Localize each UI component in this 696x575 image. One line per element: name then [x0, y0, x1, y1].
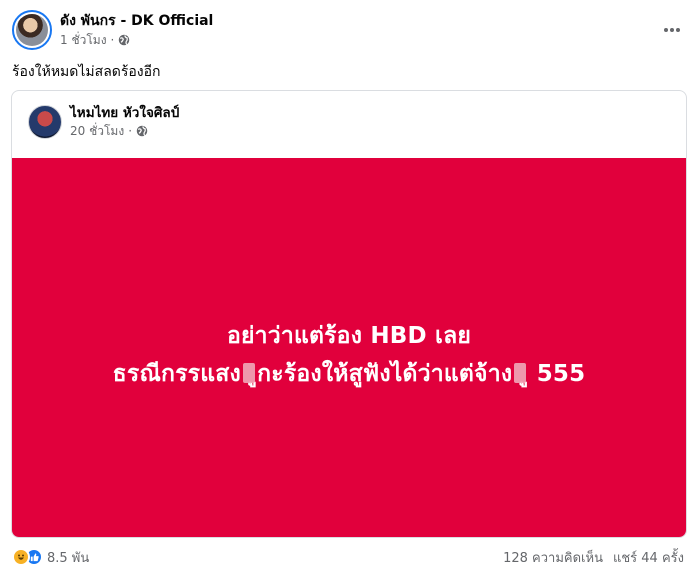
- haha-icon: [12, 548, 30, 566]
- more-options-icon: [664, 28, 680, 32]
- meta-separator: ·: [110, 33, 115, 47]
- panel-text-segment: ูกะร้องให้สูฟังได้ว่าแต่จ้าง: [256, 361, 513, 387]
- post-footer: 8.5 พัน 128 ความคิดเห็น แชร์ 44 ครั้ง: [12, 546, 684, 568]
- text-post-panel[interactable]: อย่าว่าแต่ร้อง HBD เลย ธรณีกรรแสงูกะร้อง…: [12, 158, 686, 537]
- panel-text-segment: ู 555: [528, 361, 586, 387]
- post-header-text: ดัง พันกร - DK Official 1 ชั่วโมง ·: [60, 12, 213, 48]
- post-caption: ร้องให้หมดไม่สลดร้องอีก: [12, 64, 161, 80]
- panel-text-segment: ธรณีกรรแสง: [112, 361, 241, 387]
- author-name[interactable]: ดัง พันกร - DK Official: [60, 12, 213, 30]
- globe-icon: [136, 125, 148, 137]
- comments-count-link[interactable]: 128 ความคิดเห็น: [503, 547, 603, 568]
- more-options-button[interactable]: [662, 20, 682, 40]
- author-avatar[interactable]: [12, 10, 52, 50]
- shared-author-name[interactable]: ไหมไทย หัวใจศิลป์: [70, 104, 179, 122]
- post-header: ดัง พันกร - DK Official 1 ชั่วโมง ·: [12, 10, 213, 50]
- shared-author-avatar[interactable]: [28, 104, 62, 139]
- engagement-stats: 128 ความคิดเห็น แชร์ 44 ครั้ง: [503, 547, 684, 568]
- post-meta: 1 ชั่วโมง ·: [60, 32, 213, 48]
- reaction-count: 8.5 พัน: [47, 550, 90, 566]
- censor-blur: [242, 363, 255, 383]
- shared-post-card[interactable]: ไหมไทย หัวใจศิลป์ 20 ชั่วโมง · อย่าว่าแต…: [11, 90, 687, 538]
- shared-post-header: ไหมไทย หัวใจศิลป์ 20 ชั่วโมง ·: [28, 104, 179, 139]
- shared-meta-separator: ·: [128, 124, 133, 138]
- shared-header-text: ไหมไทย หัวใจศิลป์ 20 ชั่วโมง ·: [70, 104, 179, 139]
- globe-icon: [119, 34, 130, 46]
- censor-blur: [514, 363, 527, 383]
- shared-post-meta: 20 ชั่วโมง ·: [70, 123, 179, 139]
- post-timestamp[interactable]: 1 ชั่วโมง: [60, 32, 107, 48]
- panel-text-line-2: ธรณีกรรแสงูกะร้องให้สูฟังได้ว่าแต่จ้างู …: [113, 355, 586, 393]
- reactions-summary[interactable]: 8.5 พัน: [12, 547, 89, 568]
- shares-count-link[interactable]: แชร์ 44 ครั้ง: [613, 547, 684, 568]
- shared-post-timestamp[interactable]: 20 ชั่วโมง: [70, 123, 124, 139]
- panel-text-line-1: อย่าว่าแต่ร้อง HBD เลย: [226, 323, 472, 349]
